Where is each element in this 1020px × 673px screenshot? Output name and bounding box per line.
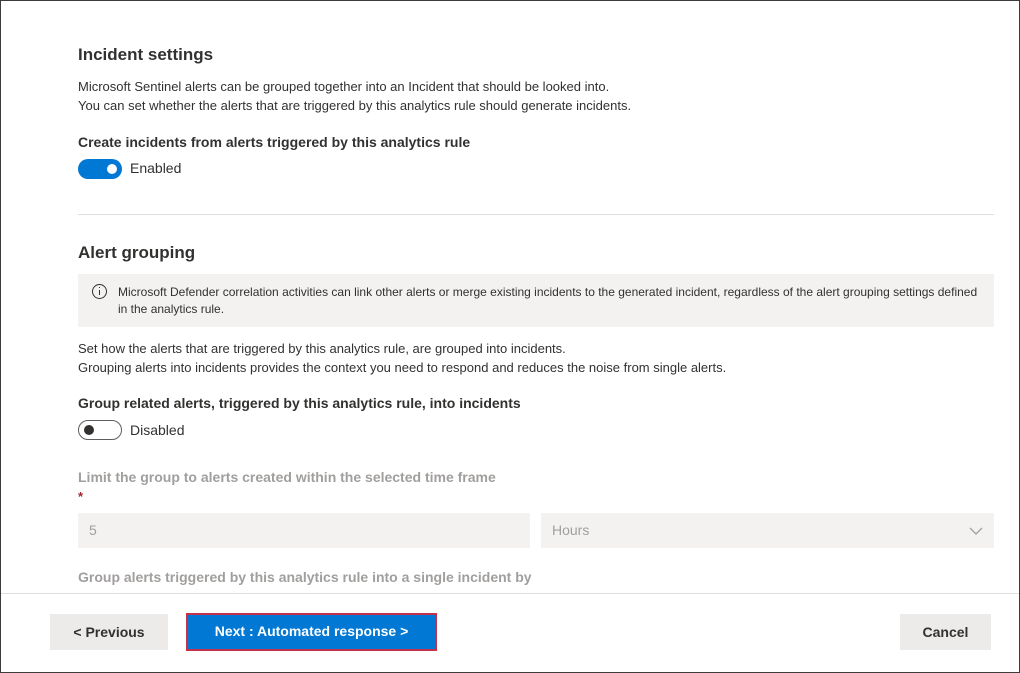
section-divider	[78, 214, 994, 215]
group-alerts-toggle-state: Disabled	[130, 422, 185, 438]
alert-grouping-desc-1: Set how the alerts that are triggered by…	[78, 341, 566, 356]
incident-settings-title: Incident settings	[78, 45, 214, 64]
alert-grouping-desc-2: Grouping alerts into incidents provides …	[78, 360, 727, 375]
alert-grouping-title: Alert grouping	[78, 243, 196, 262]
create-incidents-toggle-state: Enabled	[130, 160, 182, 176]
limit-timeframe-label: Limit the group to alerts created within…	[78, 469, 496, 485]
create-incidents-label: Create incidents from alerts triggered b…	[78, 134, 471, 150]
wizard-panel: Incident settings Microsoft Sentinel ale…	[0, 0, 1020, 673]
info-message-bar: Microsoft Defender correlation activitie…	[78, 274, 994, 327]
time-value-input[interactable]: 5	[78, 513, 530, 548]
previous-button[interactable]: < Previous	[50, 614, 168, 650]
required-mark: *	[78, 489, 84, 504]
toggle-knob	[107, 164, 117, 174]
wizard-footer: < Previous Next : Automated response > C…	[1, 593, 1019, 672]
cancel-button[interactable]: Cancel	[900, 614, 991, 650]
create-incidents-toggle[interactable]	[78, 159, 122, 179]
info-message-text: Microsoft Defender correlation activitie…	[118, 285, 978, 316]
time-unit-value: Hours	[552, 522, 590, 538]
group-by-label: Group alerts triggered by this analytics…	[78, 569, 532, 585]
info-icon	[92, 284, 107, 299]
group-alerts-label: Group related alerts, triggered by this …	[78, 395, 521, 411]
time-unit-dropdown[interactable]: Hours	[541, 513, 994, 548]
group-alerts-toggle[interactable]	[78, 420, 122, 440]
incident-settings-desc-1: Microsoft Sentinel alerts can be grouped…	[78, 79, 610, 94]
chevron-down-icon	[969, 527, 983, 535]
next-automated-response-button[interactable]: Next : Automated response >	[186, 613, 437, 651]
toggle-knob	[84, 425, 94, 435]
incident-settings-desc-2: You can set whether the alerts that are …	[78, 98, 632, 113]
